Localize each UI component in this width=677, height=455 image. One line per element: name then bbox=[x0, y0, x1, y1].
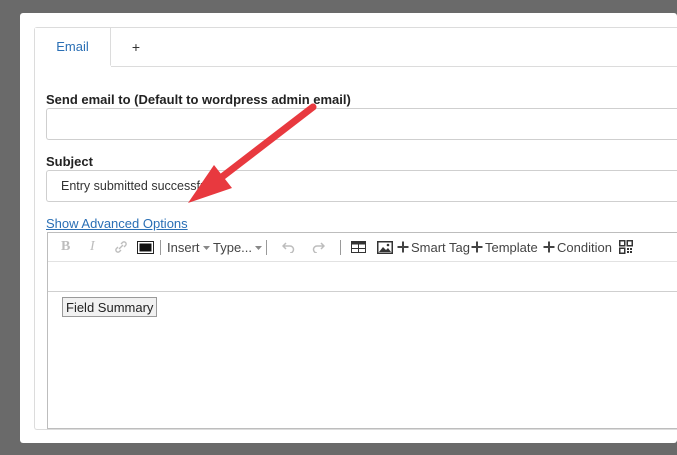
smart-tag-label: Smart Tag bbox=[411, 239, 471, 255]
tab-divider bbox=[111, 66, 677, 67]
undo-icon[interactable] bbox=[282, 233, 295, 261]
condition-label: Condition bbox=[557, 239, 612, 255]
text-color-icon[interactable] bbox=[137, 233, 154, 261]
insert-label: Insert bbox=[167, 239, 200, 255]
send-to-label: Send email to (Default to wordpress admi… bbox=[46, 92, 351, 107]
tab-email[interactable]: Email bbox=[35, 28, 111, 66]
type-label: Type... bbox=[213, 239, 253, 255]
editor-toolbar: B I Insert Type... Smart Tag Template Co… bbox=[48, 233, 677, 262]
italic-button[interactable]: I bbox=[90, 233, 95, 261]
plus-icon bbox=[397, 241, 409, 253]
subject-label: Subject bbox=[46, 154, 93, 169]
insert-dropdown[interactable]: Insert bbox=[167, 233, 211, 261]
table-icon[interactable] bbox=[351, 233, 366, 261]
subject-input[interactable]: Entry submitted successfully bbox=[46, 170, 677, 202]
type-dropdown[interactable]: Type... bbox=[213, 233, 263, 261]
notification-card: Email + Send email to (Default to wordpr… bbox=[34, 27, 677, 430]
plus-icon bbox=[543, 241, 555, 253]
qr-code-icon[interactable] bbox=[619, 233, 633, 261]
show-advanced-options-link[interactable]: Show Advanced Options bbox=[46, 216, 188, 231]
image-icon[interactable] bbox=[377, 233, 393, 261]
toolbar-separator bbox=[266, 240, 267, 255]
plus-icon bbox=[471, 241, 483, 253]
field-summary-tag[interactable]: Field Summary bbox=[62, 297, 158, 317]
add-tab-button[interactable]: + bbox=[127, 38, 145, 56]
template-button[interactable]: Template bbox=[471, 233, 538, 261]
email-body-editor[interactable]: B I Insert Type... Smart Tag Template Co… bbox=[47, 232, 677, 429]
bold-button[interactable]: B bbox=[61, 233, 70, 261]
link-icon[interactable] bbox=[114, 233, 128, 261]
toolbar-separator bbox=[340, 240, 341, 255]
send-to-input[interactable] bbox=[46, 108, 677, 140]
chevron-down-icon bbox=[255, 245, 263, 250]
condition-button[interactable]: Condition bbox=[543, 233, 612, 261]
toolbar-separator bbox=[160, 240, 161, 255]
template-label: Template bbox=[485, 239, 538, 255]
form-panel: Email + Send email to (Default to wordpr… bbox=[20, 13, 677, 443]
tab-bar: Email + bbox=[35, 28, 677, 67]
editor-secondary-toolbar bbox=[48, 261, 677, 292]
smart-tag-button[interactable]: Smart Tag bbox=[397, 233, 470, 261]
chevron-down-icon bbox=[202, 245, 210, 250]
redo-icon[interactable] bbox=[312, 233, 325, 261]
